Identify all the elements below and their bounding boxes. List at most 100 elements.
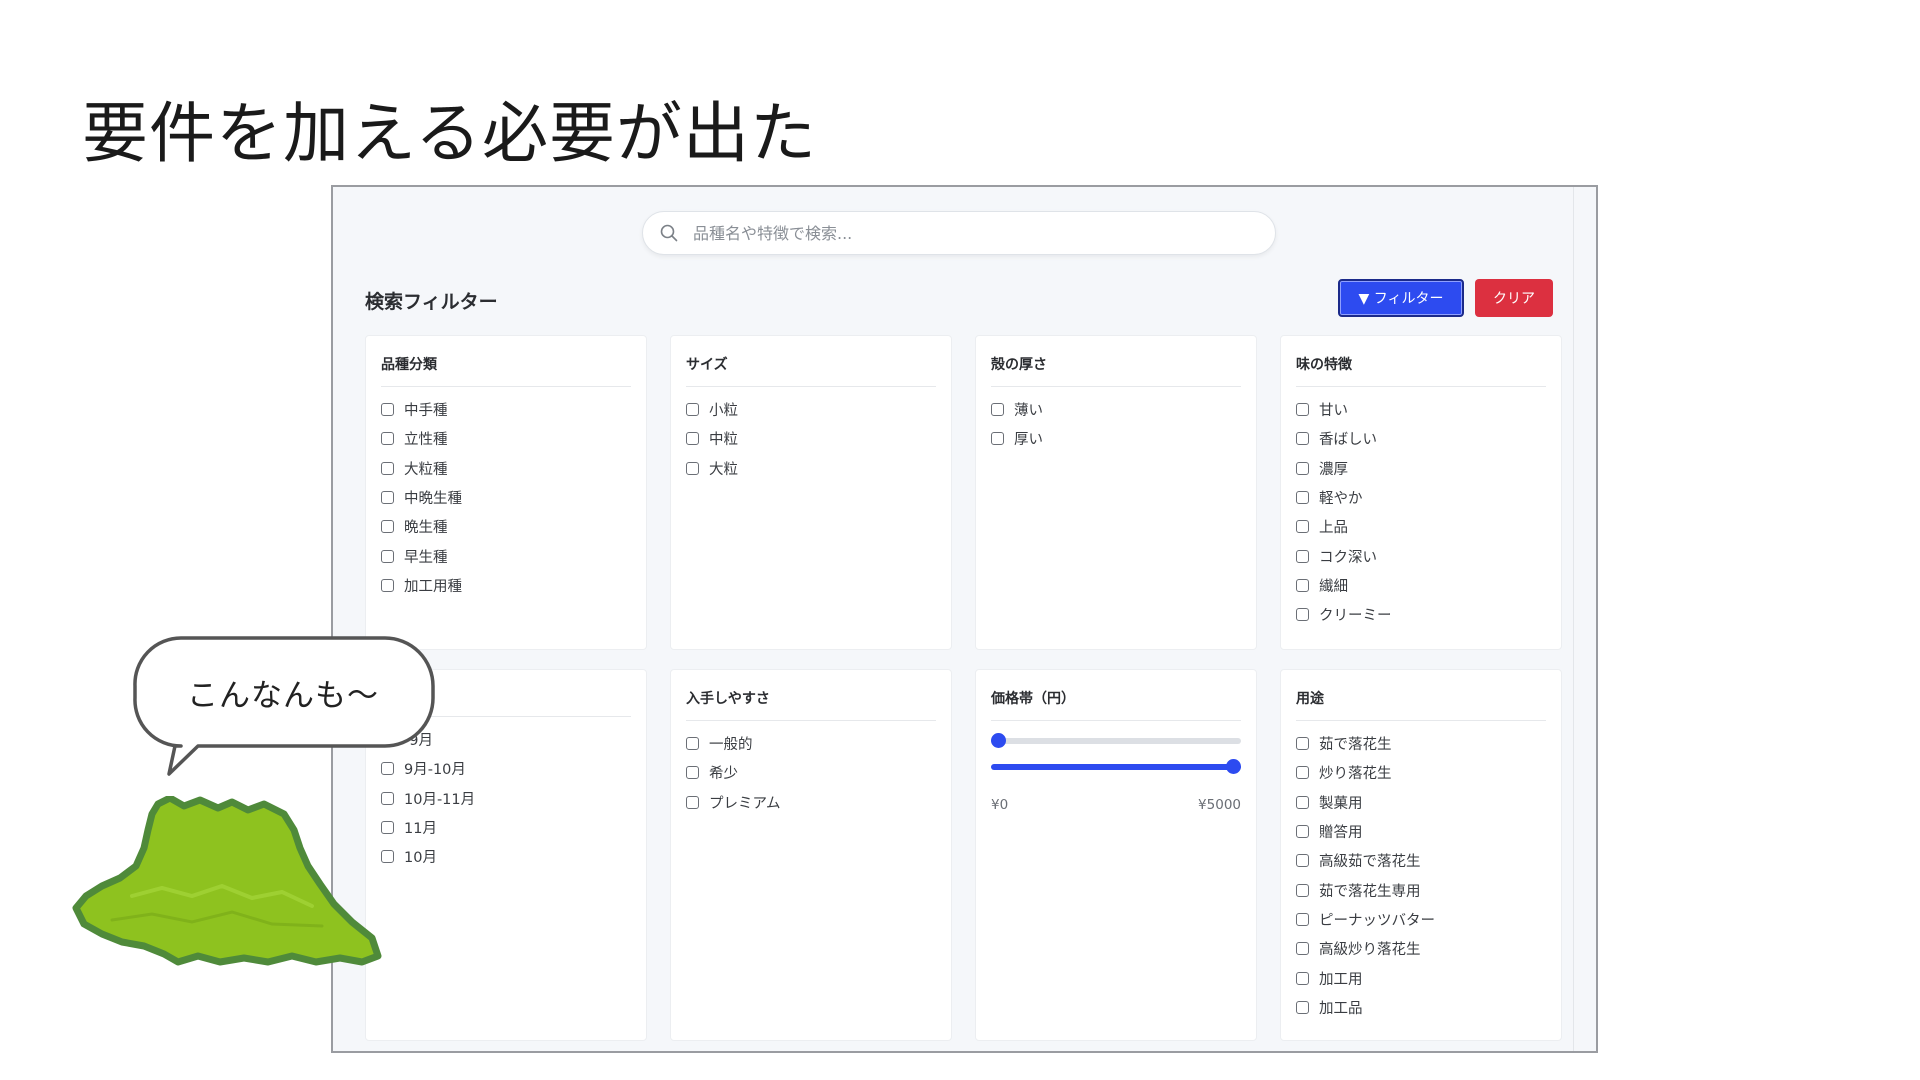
checkbox[interactable]: [1296, 403, 1309, 417]
filter-option[interactable]: コク深い: [1296, 541, 1546, 570]
price-track-max[interactable]: [991, 764, 1241, 770]
price-title: 価格帯（円）: [991, 688, 1241, 721]
filter-card-shell: 殻の厚さ 薄い 厚い: [975, 335, 1257, 650]
checkbox[interactable]: [1296, 491, 1309, 505]
filter-option[interactable]: 繊細: [1296, 571, 1546, 600]
checkbox[interactable]: [381, 432, 394, 446]
filter-option[interactable]: 香ばしい: [1296, 424, 1546, 453]
search-bar[interactable]: [642, 211, 1276, 255]
checkbox[interactable]: [381, 520, 394, 534]
filter-option[interactable]: 立性種: [381, 424, 631, 453]
checkbox[interactable]: [1296, 737, 1309, 751]
price-range-slider[interactable]: [991, 729, 1241, 789]
filter-option[interactable]: ピーナッツバター: [1296, 905, 1546, 934]
filter-option-label: 加工用種: [404, 578, 462, 595]
filter-option[interactable]: 贈答用: [1296, 817, 1546, 846]
price-max-handle[interactable]: [1226, 759, 1241, 774]
checkbox[interactable]: [991, 403, 1004, 417]
checkbox[interactable]: [381, 461, 394, 475]
checkbox[interactable]: [1296, 942, 1309, 956]
filter-option[interactable]: 小粒: [686, 395, 936, 424]
filter-option[interactable]: 10月-11月: [381, 784, 631, 813]
checkbox[interactable]: [1296, 549, 1309, 563]
scrollbar-edge[interactable]: [1573, 187, 1574, 1051]
filter-option[interactable]: 軽やか: [1296, 483, 1546, 512]
filter-option-label: ピーナッツバター: [1319, 912, 1435, 929]
filter-option[interactable]: 10月: [381, 842, 631, 871]
price-min-handle[interactable]: [991, 733, 1006, 748]
filter-option[interactable]: 大粒種: [381, 454, 631, 483]
slide-title: 要件を加える必要が出た: [82, 95, 818, 172]
checkbox[interactable]: [381, 578, 394, 592]
filter-option-label: 10月-11月: [404, 791, 476, 808]
clear-button[interactable]: クリア: [1475, 279, 1553, 317]
checkbox[interactable]: [1296, 432, 1309, 446]
filter-option[interactable]: 炒り落花生: [1296, 758, 1546, 787]
checkbox[interactable]: [1296, 608, 1309, 622]
filter-option[interactable]: 加工用: [1296, 963, 1546, 992]
checkbox[interactable]: [1296, 520, 1309, 534]
checkbox[interactable]: [686, 737, 699, 751]
filter-option[interactable]: 晩生種: [381, 512, 631, 541]
filter-option[interactable]: 上品: [1296, 512, 1546, 541]
checkbox[interactable]: [1296, 854, 1309, 868]
checkbox[interactable]: [1296, 766, 1309, 780]
filter-option[interactable]: 茹で落花生: [1296, 729, 1546, 758]
checkbox[interactable]: [686, 795, 699, 809]
filter-option[interactable]: 早生種: [381, 541, 631, 570]
checkbox[interactable]: [381, 491, 394, 505]
app-screenshot: 検索フィルター ▼ フィルター クリア 品種分類 中手種立性種大粒種中晩生種晩生…: [331, 185, 1598, 1053]
card-title: 品種分類: [381, 354, 631, 387]
filter-option[interactable]: 中晩生種: [381, 483, 631, 512]
filter-option-label: 製菓用: [1319, 795, 1363, 812]
filter-option[interactable]: 大粒: [686, 454, 936, 483]
filter-option-label: クリーミー: [1319, 608, 1392, 625]
card-title: 味の特徴: [1296, 354, 1546, 387]
checkbox[interactable]: [1296, 578, 1309, 592]
checkbox[interactable]: [1296, 971, 1309, 985]
price-min-label: ¥0: [991, 797, 1009, 813]
price-track-min[interactable]: [991, 738, 1241, 744]
checkbox[interactable]: [381, 403, 394, 417]
checkbox[interactable]: [1296, 795, 1309, 809]
filter-option[interactable]: 高級炒り落花生: [1296, 934, 1546, 963]
filter-option-label: 上品: [1319, 520, 1348, 537]
card-title: 用途: [1296, 688, 1546, 721]
checkbox[interactable]: [381, 549, 394, 563]
filter-option[interactable]: 11月: [381, 813, 631, 842]
filter-option[interactable]: 厚い: [991, 424, 1241, 453]
checkbox[interactable]: [686, 461, 699, 475]
filter-option[interactable]: 希少: [686, 758, 936, 787]
checkbox[interactable]: [1296, 825, 1309, 839]
filter-option[interactable]: 高級茹で落花生: [1296, 846, 1546, 875]
checkbox[interactable]: [1296, 1000, 1309, 1014]
checkbox[interactable]: [686, 403, 699, 417]
checkbox[interactable]: [991, 432, 1004, 446]
filter-option[interactable]: 製菓用: [1296, 788, 1546, 817]
checkbox[interactable]: [686, 766, 699, 780]
filter-option-label: 加工品: [1319, 1000, 1363, 1017]
checkbox[interactable]: [686, 432, 699, 446]
filter-option[interactable]: 中手種: [381, 395, 631, 424]
filter-option[interactable]: 薄い: [991, 395, 1241, 424]
checkbox[interactable]: [1296, 461, 1309, 475]
filter-option[interactable]: プレミアム: [686, 788, 936, 817]
filter-option[interactable]: 加工品: [1296, 993, 1546, 1022]
filter-option-label: 炒り落花生: [1319, 766, 1392, 783]
filter-option[interactable]: 一般的: [686, 729, 936, 758]
filter-option-label: 一般的: [709, 737, 753, 754]
filter-option[interactable]: 甘い: [1296, 395, 1546, 424]
filter-option-label: 贈答用: [1319, 825, 1363, 842]
filter-option[interactable]: クリーミー: [1296, 600, 1546, 629]
search-input[interactable]: [691, 222, 1275, 244]
filter-option[interactable]: 濃厚: [1296, 454, 1546, 483]
filter-card-variety: 品種分類 中手種 立性種 大粒種 中晩生種 晩生種 早生種加工用種: [365, 335, 647, 650]
filter-button[interactable]: ▼ フィルター: [1338, 279, 1464, 317]
filter-option[interactable]: 茹で落花生専用: [1296, 875, 1546, 904]
card-title: サイズ: [686, 354, 936, 387]
filter-option[interactable]: 加工用種: [381, 571, 631, 600]
checkbox[interactable]: [1296, 883, 1309, 897]
filter-option[interactable]: 中粒: [686, 424, 936, 453]
filter-option-label: 厚い: [1014, 432, 1043, 449]
checkbox[interactable]: [1296, 912, 1309, 926]
